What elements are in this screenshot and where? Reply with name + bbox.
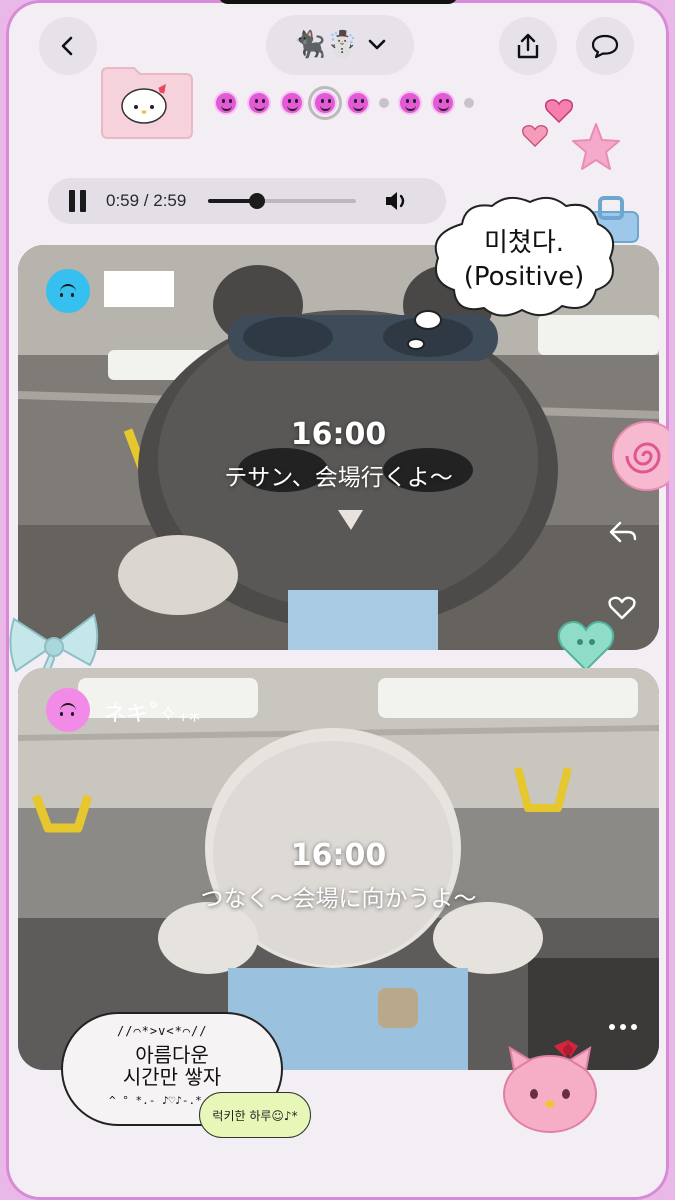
- star-sticker: [572, 123, 620, 170]
- post-time: 16:00: [290, 838, 387, 873]
- comment-button[interactable]: [576, 17, 634, 75]
- page-dot[interactable]: [464, 98, 474, 108]
- back-button[interactable]: [39, 17, 97, 75]
- post-caption: 16:00 テサン、会場行くよ〜: [18, 417, 659, 492]
- page-dot[interactable]: [379, 98, 389, 108]
- username-redacted: [104, 271, 174, 307]
- lucky-day-sticker: 럭키한 하루☺♪*: [199, 1092, 311, 1138]
- sticker-decoration-top: //⌒*>v<*⌒//: [117, 1024, 208, 1038]
- mint-heart-sticker: [557, 621, 615, 672]
- notch: [218, 0, 458, 4]
- seek-bar-thumb[interactable]: [249, 193, 266, 209]
- bubble-line2: (Positive): [463, 262, 585, 292]
- post-caption: 16:00 つなく〜会場に向かうよ〜: [18, 838, 659, 913]
- username: ネキ˚✧₊⁎: [104, 702, 201, 727]
- sticker-text: 아름다운 시간만 쌓자: [61, 1044, 283, 1088]
- page-dot-smile[interactable]: [346, 91, 370, 115]
- volume-icon[interactable]: [384, 189, 410, 213]
- avatar-face: [57, 703, 79, 717]
- audio-player: 0:59 / 2:59: [48, 178, 446, 224]
- avatar-face: [57, 284, 79, 298]
- seek-bar[interactable]: [208, 193, 357, 209]
- reaction-bubble: 미쳤다. (Positive): [426, 190, 622, 326]
- pause-icon[interactable]: [68, 190, 88, 212]
- more-options-icon[interactable]: [608, 1022, 638, 1032]
- share-button[interactable]: [499, 17, 557, 75]
- title-emojis: 🐈‍⬛☃️: [293, 30, 359, 60]
- page-dot-smile[interactable]: [214, 91, 238, 115]
- post-time: 16:00: [290, 417, 387, 452]
- page-dot-smile[interactable]: [280, 91, 304, 115]
- phone-screen: 🐈‍⬛☃️ 0:59 / 2:59: [6, 0, 669, 1200]
- user-avatar[interactable]: [46, 269, 90, 313]
- page-indicator: [214, 86, 474, 120]
- page-dot-smile-active[interactable]: [308, 86, 342, 120]
- user-avatar[interactable]: [46, 688, 90, 732]
- bubble-line1: 미쳤다.: [483, 228, 565, 258]
- page-dot-smile[interactable]: [247, 91, 271, 115]
- hello-kitty-cookie-sticker: [503, 1040, 597, 1133]
- chevron-left-icon: [61, 36, 73, 56]
- chevron-down-icon: [369, 39, 386, 50]
- post-card[interactable]: ネキ˚✧₊⁎ 16:00 つなく〜会場に向かうよ〜: [18, 668, 659, 1070]
- playback-time: 0:59 / 2:59: [106, 191, 187, 210]
- speech-bubble-icon: [591, 34, 619, 59]
- candy-sticker: [612, 421, 669, 491]
- post-message: テサン、会場行くよ〜: [224, 465, 453, 491]
- page-dot-smile[interactable]: [398, 91, 422, 115]
- sticker-line2: 시간만 쌓자: [122, 1065, 222, 1089]
- profile-switcher[interactable]: 🐈‍⬛☃️: [266, 15, 414, 75]
- page-dot-smile[interactable]: [431, 91, 455, 115]
- share-icon: [517, 33, 539, 59]
- heart-gem-sticker: [522, 125, 548, 148]
- hello-kitty-folder-sticker: [98, 62, 196, 140]
- sticker-line1: 아름다운: [135, 1043, 209, 1067]
- post-message: つなく〜会場に向かうよ〜: [200, 886, 477, 912]
- cloud-dots-sticker: [407, 310, 442, 350]
- reply-icon[interactable]: [608, 520, 638, 544]
